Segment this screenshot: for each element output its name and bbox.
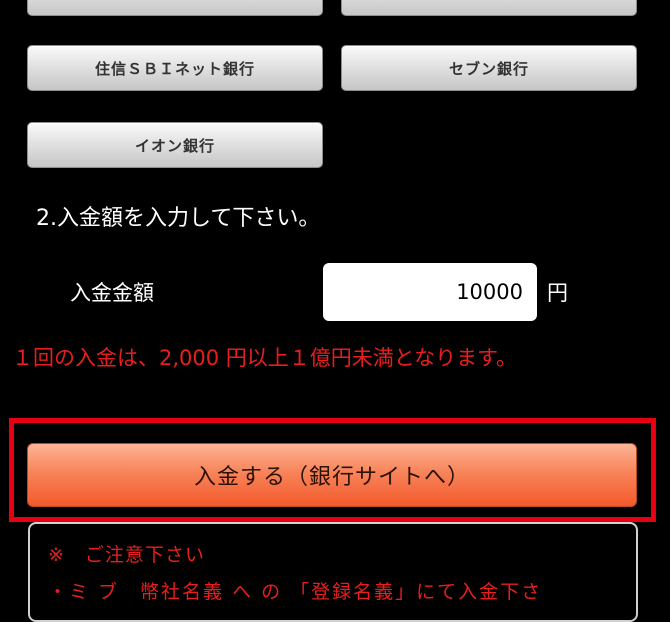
caution-text: ・ミ ブ 幣社名義 へ の 「登録名義」にて入金下さ	[48, 581, 543, 603]
bank-button-top-left[interactable]	[27, 0, 323, 16]
caution-box	[28, 522, 638, 622]
amount-input[interactable]	[323, 263, 537, 321]
step2-title: 2.入金額を入力して下さい。	[36, 206, 321, 231]
bank-button-seven[interactable]: セブン銀行	[341, 45, 637, 91]
amount-label: 入金金額	[70, 281, 154, 305]
deposit-submit-button[interactable]: 入金する（銀行サイトへ）	[27, 443, 637, 507]
caution-title: ※ ご注意下さい	[48, 544, 205, 566]
bank-button-top-right[interactable]	[341, 0, 637, 16]
bank-button-aeon[interactable]: イオン銀行	[27, 122, 323, 168]
deposit-limit-notice: １回の入金は、2,000 円以上１億円未満となります。	[12, 346, 518, 370]
bank-button-sbi-net[interactable]: 住信ＳＢＩネット銀行	[27, 45, 323, 91]
amount-unit: 円	[547, 281, 568, 305]
